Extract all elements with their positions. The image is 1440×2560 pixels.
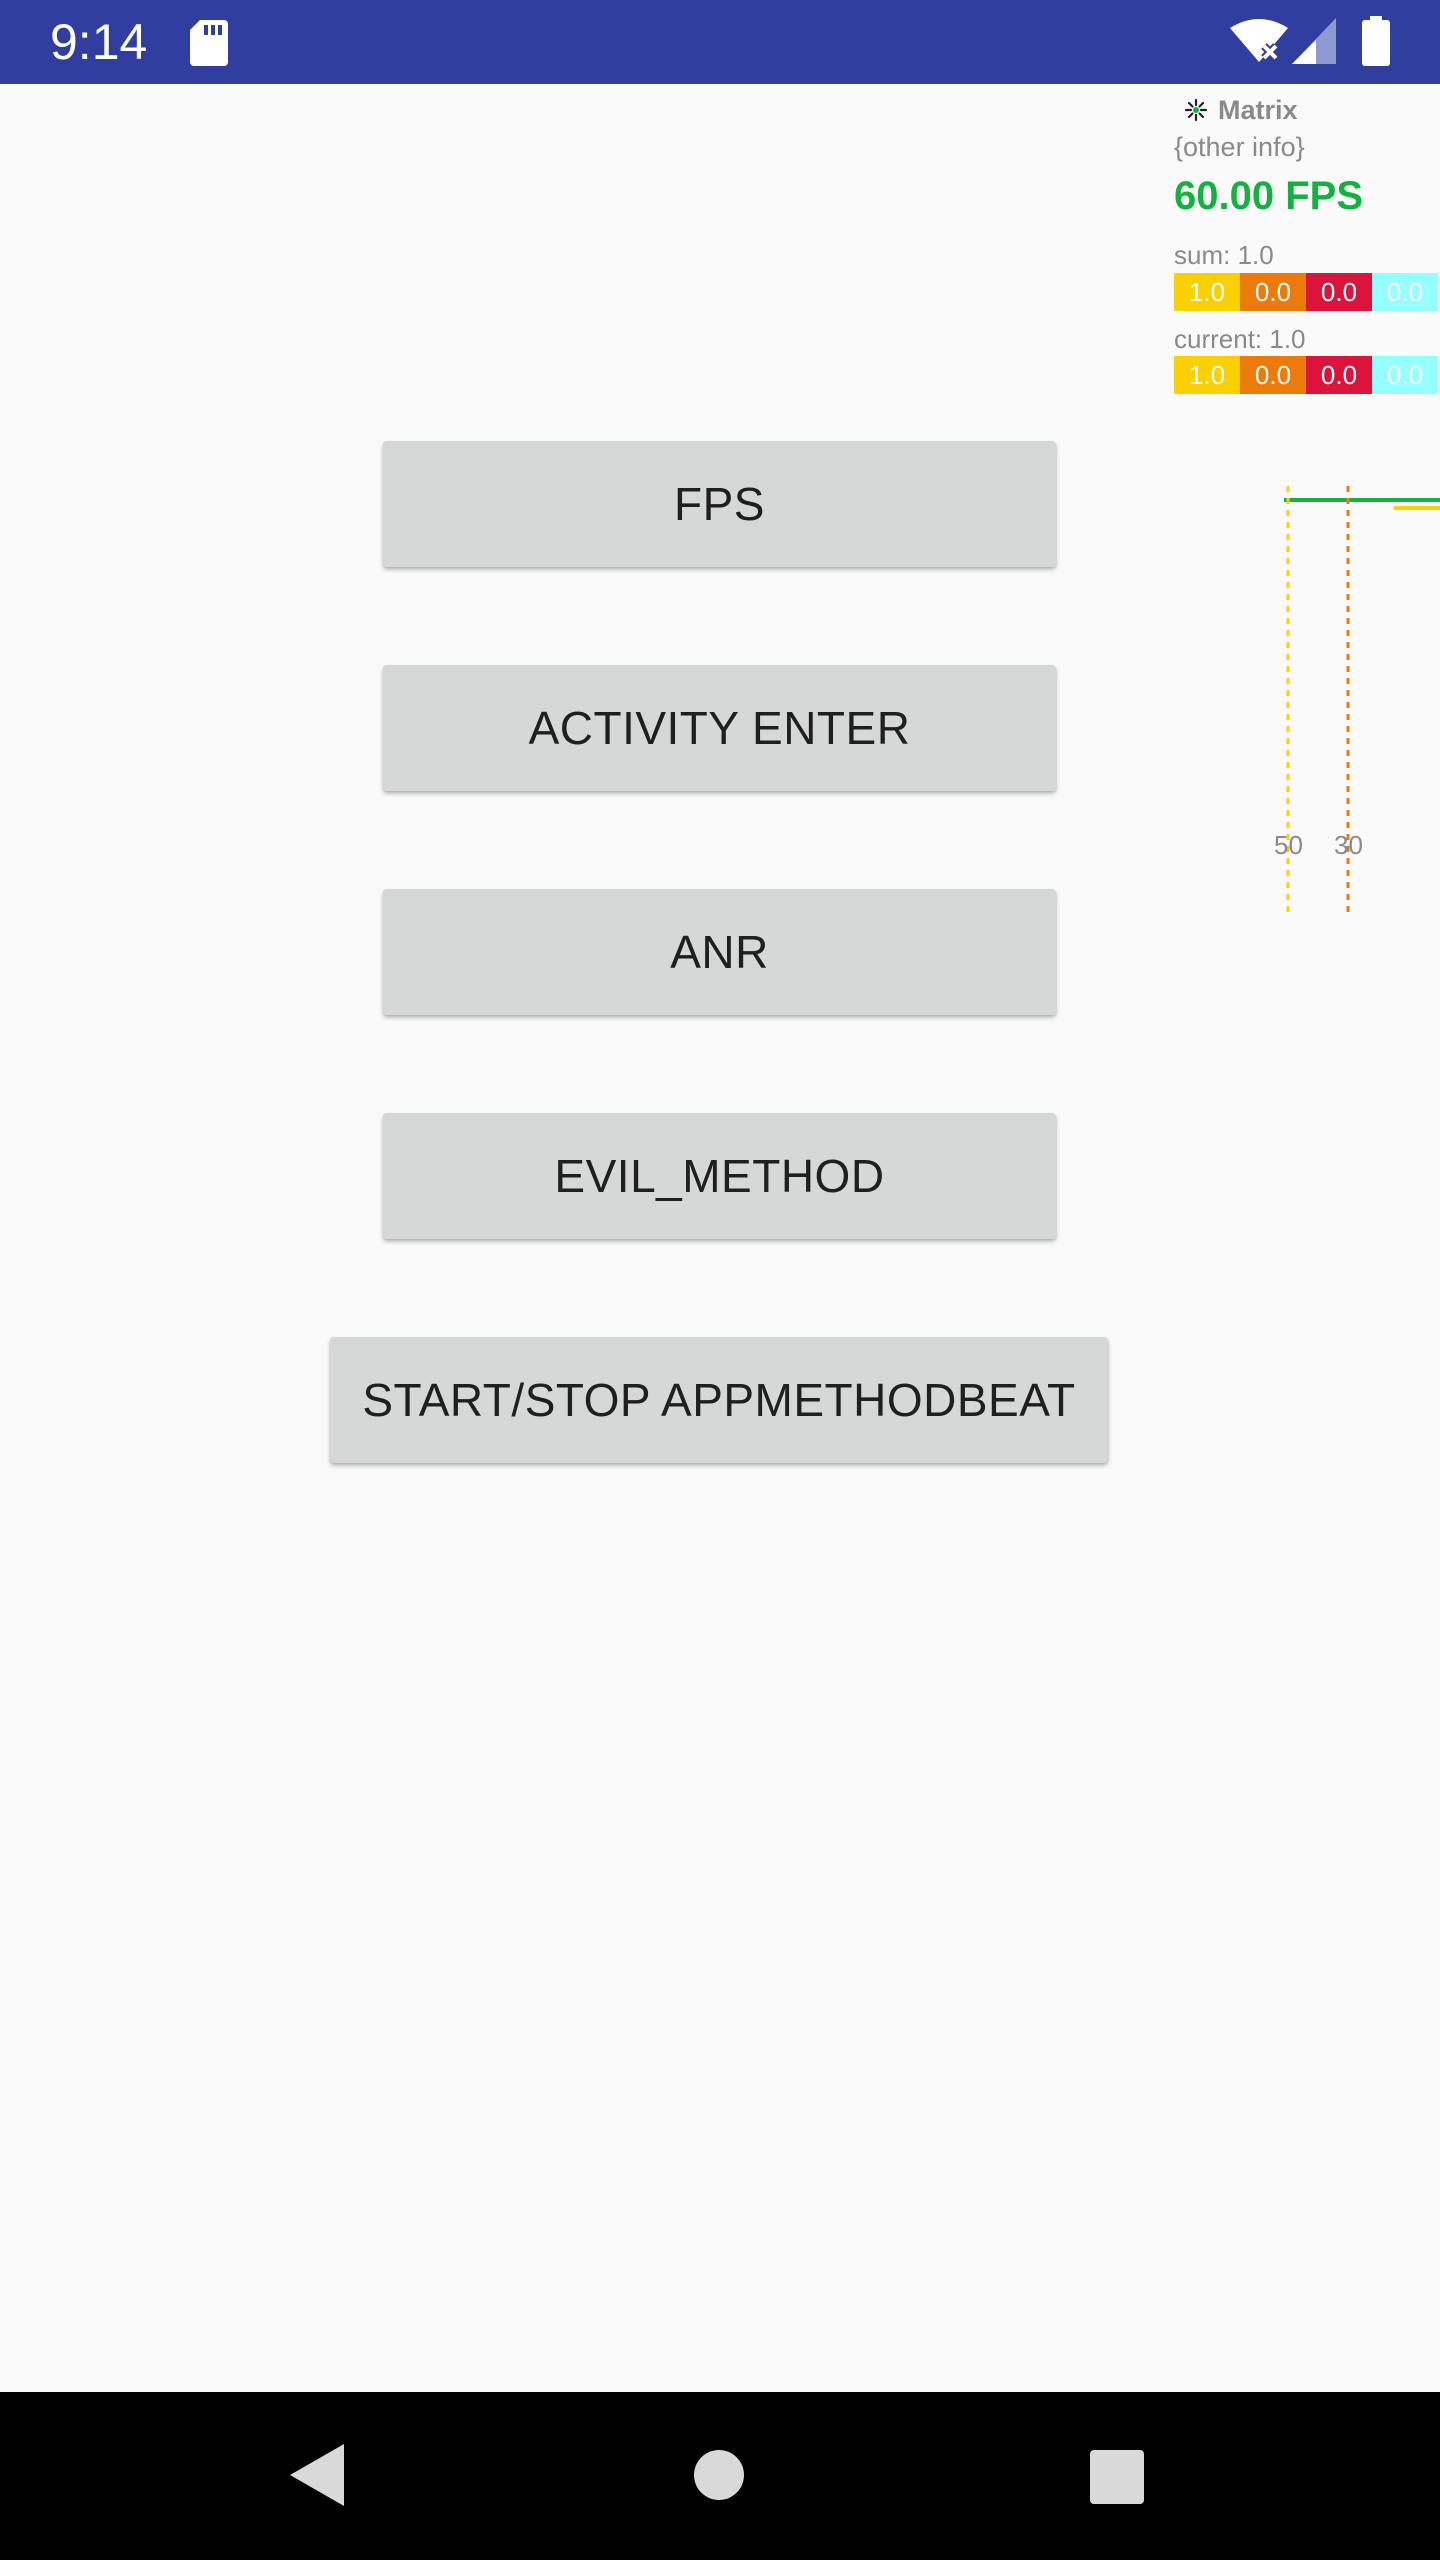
sd-card-icon (190, 20, 228, 66)
status-time: 9:14 (50, 14, 148, 70)
recents-icon[interactable] (1090, 2450, 1144, 2504)
matrix-fps-panel[interactable]: Matrix {other info} 60.00 FPS sum: 1.0 1… (1170, 84, 1440, 914)
home-icon[interactable] (694, 2450, 744, 2500)
sum-high-cell: 0.0 (1240, 273, 1306, 311)
activity-enter-button[interactable]: ACTIVITY ENTER (383, 665, 1056, 791)
sum-normal-cell: 0.0 (1372, 273, 1438, 311)
matrix-title: Matrix (1218, 94, 1298, 125)
matrix-other-info: {other info} (1174, 132, 1305, 162)
navigation-bar (0, 2392, 1440, 2560)
matrix-logo-icon (1184, 98, 1208, 122)
fps-line-graph (1284, 486, 1440, 914)
sum-middle-cell: 0.0 (1306, 273, 1372, 311)
matrix-fps-value: 60.00 FPS (1174, 174, 1364, 218)
status-bar: 9:14 (0, 0, 1440, 84)
matrix-header: Matrix (1184, 90, 1298, 130)
threshold-50-label: 50 (1274, 830, 1303, 860)
current-frozen-cell: 1.0 (1174, 356, 1240, 394)
current-middle-cell: 0.0 (1306, 356, 1372, 394)
sum-frozen-cell: 1.0 (1174, 273, 1240, 311)
sum-label: sum: 1.0 (1174, 240, 1274, 270)
threshold-30-label: 30 (1334, 830, 1363, 860)
current-label: current: 1.0 (1174, 324, 1306, 354)
back-icon[interactable] (290, 2444, 344, 2506)
current-normal-cell: 0.0 (1372, 356, 1438, 394)
sum-drop-levels: 1.0 0.0 0.0 0.0 (1174, 273, 1438, 311)
battery-icon (1362, 16, 1390, 66)
start-stop-appmethodbeat-button[interactable]: START/STOP APPMETHODBEAT (330, 1337, 1108, 1463)
current-high-cell: 0.0 (1240, 356, 1306, 394)
evil-method-button[interactable]: EVIL_METHOD (383, 1113, 1056, 1239)
wifi-off-icon (1230, 19, 1288, 62)
cell-signal-icon (1292, 18, 1336, 64)
fps-button[interactable]: FPS (383, 441, 1056, 567)
anr-button[interactable]: ANR (383, 889, 1056, 1015)
current-drop-levels: 1.0 0.0 0.0 0.0 (1174, 356, 1438, 394)
